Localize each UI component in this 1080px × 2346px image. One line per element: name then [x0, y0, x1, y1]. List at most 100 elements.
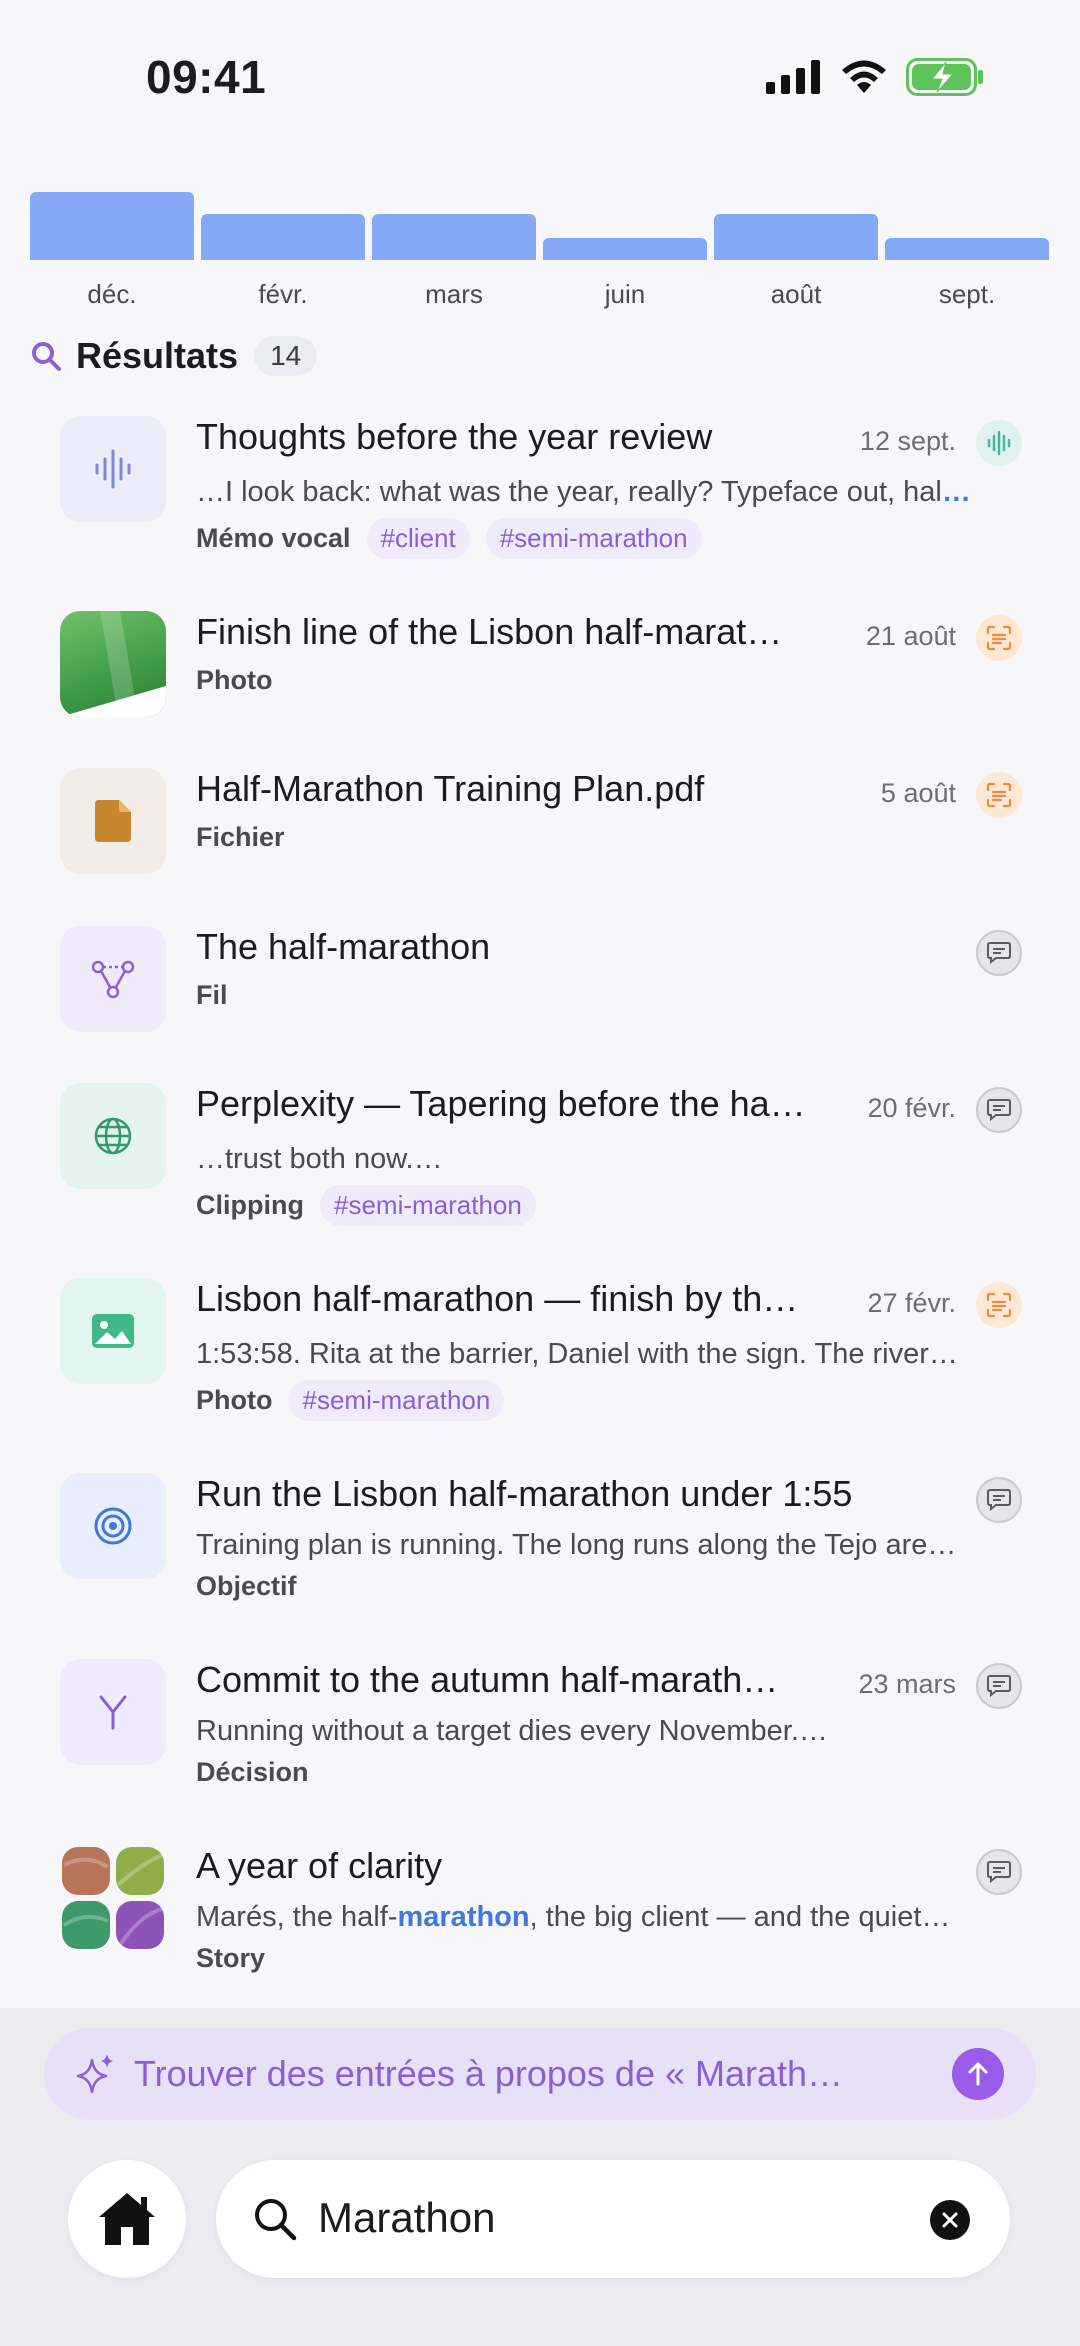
branch-icon	[60, 1659, 166, 1765]
histogram-bar	[372, 214, 536, 260]
histogram-column[interactable]: août	[714, 190, 878, 310]
month-histogram: déc. févr. mars juin août sept.	[30, 190, 1050, 310]
tag-chip[interactable]: #semi-marathon	[485, 518, 702, 559]
tag-chip[interactable]: #semi-marathon	[288, 1380, 505, 1421]
item-kind: Fichier	[196, 822, 285, 852]
item-title: The half-marathon	[196, 926, 491, 967]
item-snippet: Training plan is running. The long runs …	[196, 1529, 957, 1561]
scan-text-badge-icon	[976, 615, 1022, 661]
item-title: Thoughts before the year review	[196, 416, 713, 457]
search-input[interactable]: Marathon	[216, 2160, 1010, 2278]
item-snippet: Running without a target dies every Nove…	[196, 1715, 828, 1747]
histogram-column[interactable]: mars	[372, 190, 536, 310]
item-snippet: …I look back: what was the year, really?…	[196, 476, 971, 508]
item-date: 23 mars	[858, 1669, 956, 1699]
search-icon	[255, 2199, 297, 2241]
list-item[interactable]: Perplexity — Tapering before the ha… 20 …	[0, 1067, 1080, 1247]
item-meta: Fichier	[196, 822, 285, 853]
list-item[interactable]: A year of clarity Marés, the half-marath…	[0, 1829, 1080, 1999]
list-item[interactable]: Half-Marathon Training Plan.pdf 5 août F…	[0, 752, 1080, 882]
thread-nodes-icon	[60, 926, 166, 1032]
item-meta: Fil	[196, 980, 228, 1011]
item-date: 20 févr.	[867, 1093, 956, 1123]
item-title: Lisbon half-marathon — finish by th…	[196, 1278, 799, 1319]
scan-text-badge-icon	[976, 772, 1022, 818]
list-item[interactable]: Run the Lisbon half-marathon under 1:55 …	[0, 1457, 1080, 1627]
item-snippet: Marés, the half-marathon, the big client…	[196, 1901, 951, 1933]
tag-chip[interactable]: #semi-marathon	[319, 1185, 536, 1226]
item-title: A year of clarity	[196, 1845, 443, 1886]
histogram-month-label: févr.	[258, 279, 308, 309]
item-kind: Photo	[196, 665, 273, 695]
tag-chip[interactable]: #client	[366, 518, 470, 559]
home-icon	[99, 2193, 155, 2245]
battery-charging-icon	[906, 58, 983, 96]
list-item[interactable]: Lisbon half-marathon — finish by th… 27 …	[0, 1262, 1080, 1442]
story-collage-thumbnail	[60, 1845, 166, 1951]
histogram-month-label: sept.	[938, 279, 996, 309]
item-snippet: 1:53:58. Rita at the barrier, Daniel wit…	[196, 1338, 958, 1370]
globe-icon	[60, 1083, 166, 1189]
chat-bubble-badge-icon	[976, 930, 1022, 976]
wifi-icon	[842, 60, 886, 93]
item-title: Half-Marathon Training Plan.pdf	[196, 768, 705, 809]
histogram-bar	[543, 238, 707, 260]
results-title: Résultats	[76, 335, 239, 376]
histogram-column[interactable]: févr.	[201, 190, 365, 310]
item-meta: Clipping #semi-marathon	[196, 1185, 536, 1226]
item-title: Run the Lisbon half-marathon under 1:55	[196, 1473, 853, 1514]
status-time: 09:41	[146, 51, 267, 103]
cellular-signal-icon	[766, 60, 820, 94]
target-icon	[60, 1473, 166, 1579]
item-meta: Décision	[196, 1757, 309, 1788]
item-meta: Mémo vocal #client #semi-marathon	[196, 518, 702, 559]
ai-send-button[interactable]	[952, 2048, 1004, 2100]
list-item[interactable]: Finish line of the Lisbon half-marat… 21…	[0, 595, 1080, 725]
item-meta: Photo #semi-marathon	[196, 1380, 505, 1421]
item-kind: Décision	[196, 1757, 309, 1787]
sparkle-icon	[76, 2054, 113, 2094]
results-header: Résultats 14	[30, 334, 318, 378]
voice-wave-icon	[60, 416, 166, 522]
item-snippet: …trust both now.…	[196, 1143, 443, 1175]
close-icon	[942, 2212, 958, 2228]
histogram-column[interactable]: déc.	[30, 190, 194, 310]
histogram-column[interactable]: juin	[543, 190, 707, 310]
list-item[interactable]: The half-marathon Fil	[0, 910, 1080, 1040]
item-date: 27 févr.	[867, 1288, 956, 1318]
clear-search-button[interactable]	[930, 2200, 970, 2240]
search-query[interactable]: Marathon	[318, 2194, 495, 2242]
chat-bubble-badge-icon	[976, 1849, 1022, 1895]
image-icon	[60, 1278, 166, 1384]
item-kind: Clipping	[196, 1190, 304, 1220]
histogram-bar	[885, 238, 1049, 260]
search-icon	[32, 342, 61, 371]
histogram-month-label: juin	[604, 279, 646, 309]
chat-bubble-badge-icon	[976, 1087, 1022, 1133]
arrow-up-icon	[968, 2062, 988, 2086]
ai-search-suggestion[interactable]: Trouver des entrées à propos de « Marath…	[44, 2028, 1036, 2120]
photo-thumbnail	[60, 611, 166, 717]
item-title: Finish line of the Lisbon half-marat…	[196, 611, 783, 652]
item-date: 5 août	[880, 778, 956, 808]
histogram-bar	[201, 214, 365, 260]
ai-search-text: Trouver des entrées à propos de « Marath…	[134, 2053, 844, 2094]
results-count-badge: 14	[254, 336, 318, 376]
item-kind: Photo	[196, 1385, 273, 1415]
item-date: 21 août	[865, 621, 956, 651]
home-button[interactable]	[68, 2160, 186, 2278]
status-icons	[766, 58, 984, 96]
item-date: 12 sept.	[859, 426, 956, 456]
item-kind: Story	[196, 1943, 266, 1973]
chat-bubble-badge-icon	[976, 1477, 1022, 1523]
list-item[interactable]: Thoughts before the year review 12 sept.…	[0, 400, 1080, 580]
scan-text-badge-icon	[976, 1282, 1022, 1328]
list-item[interactable]: Commit to the autumn half-marath… 23 mar…	[0, 1643, 1080, 1813]
item-meta: Objectif	[196, 1571, 297, 1602]
histogram-month-label: mars	[425, 279, 483, 309]
item-kind: Mémo vocal	[196, 523, 351, 553]
histogram-column[interactable]: sept.	[885, 190, 1049, 310]
item-meta: Story	[196, 1943, 265, 1974]
file-icon	[60, 768, 166, 874]
histogram-month-label: août	[770, 279, 822, 309]
